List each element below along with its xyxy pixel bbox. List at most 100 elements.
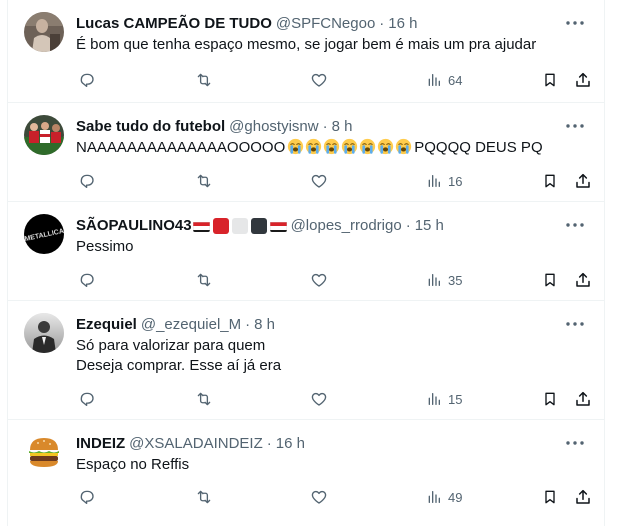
user-handle[interactable]: @lopes_rrodrigo	[291, 216, 402, 236]
like-button[interactable]	[310, 270, 328, 290]
views-icon	[428, 491, 440, 503]
views-button[interactable]: 15	[426, 389, 462, 409]
views-icon	[428, 175, 440, 187]
tweet-text-line: Deseja comprar. Esse aí já era	[76, 357, 282, 374]
bookmark-icon	[545, 174, 555, 188]
display-name[interactable]: Sabe tudo do futebol	[76, 117, 225, 137]
bookmark-button[interactable]	[542, 270, 558, 290]
tweet-actions: 64	[76, 70, 601, 90]
retweet-button[interactable]	[194, 70, 214, 90]
retweet-button[interactable]	[194, 270, 214, 290]
views-count: 64	[448, 72, 463, 88]
reply-icon	[80, 174, 94, 189]
views-count: 49	[448, 489, 463, 505]
timestamp[interactable]: 16 h	[388, 14, 417, 34]
bookmark-icon	[545, 392, 555, 406]
timestamp[interactable]: 8 h	[254, 315, 275, 335]
crying-emoji-row	[287, 138, 412, 155]
display-name[interactable]: Ezequiel	[76, 315, 137, 335]
views-button[interactable]: 64	[426, 70, 462, 90]
separator-dot: ·	[379, 15, 385, 32]
avatar-indeiz[interactable]	[24, 432, 64, 472]
share-button[interactable]	[574, 70, 592, 90]
tweet-1[interactable]: Lucas CAMPEÃO DE TUDO @SPFCNegoo · 16 h …	[8, 0, 605, 103]
burger-avatar-icon	[24, 432, 64, 472]
reply-button[interactable]	[78, 389, 96, 409]
football-team-avatar-icon	[24, 115, 64, 155]
views-icon	[428, 74, 440, 86]
tweet-header: Lucas CAMPEÃO DE TUDO @SPFCNegoo · 16 h	[76, 14, 418, 34]
timestamp[interactable]: 8 h	[332, 117, 353, 137]
tweet-3[interactable]: METALLICA SÃOPAULINO43 @lopes_rrodrigo ·…	[8, 202, 605, 301]
metallica-logo-avatar-icon: METALLICA	[24, 214, 64, 254]
avatar-sabe-tudo[interactable]	[24, 115, 64, 155]
tweet-header: INDEIZ @XSALADAINDEIZ · 16 h	[76, 434, 305, 454]
user-handle[interactable]: @SPFCNegoo	[276, 14, 375, 34]
tweet-5[interactable]: INDEIZ @XSALADAINDEIZ · 16 h Espaço no R…	[8, 420, 605, 526]
user-handle[interactable]: @_ezequiel_M	[141, 315, 241, 335]
bookmark-button[interactable]	[542, 171, 558, 191]
timestamp[interactable]: 15 h	[415, 216, 444, 236]
share-icon	[576, 391, 590, 406]
views-button[interactable]: 49	[426, 487, 462, 507]
reply-icon	[80, 392, 94, 407]
user-handle[interactable]: @XSALADAINDEIZ	[129, 434, 263, 454]
spfc-flag-emoji	[269, 220, 287, 232]
avatar-saopaulino43[interactable]: METALLICA	[24, 214, 64, 254]
retweet-button[interactable]	[194, 389, 214, 409]
loudly-crying-face-emoji	[378, 138, 394, 154]
reply-button[interactable]	[78, 270, 96, 290]
reply-icon	[80, 73, 94, 88]
bookmark-button[interactable]	[542, 487, 558, 507]
tweet-text-line: Espaço no Reffis	[76, 456, 190, 473]
tweet-actions: 16	[76, 171, 601, 191]
reply-button[interactable]	[78, 171, 96, 191]
reply-button[interactable]	[78, 487, 96, 507]
user-handle[interactable]: @ghostyisnw	[229, 117, 318, 137]
share-icon	[576, 489, 590, 504]
reply-icon	[80, 273, 94, 288]
share-button[interactable]	[574, 487, 592, 507]
views-button[interactable]: 16	[426, 171, 462, 191]
like-button[interactable]	[310, 171, 328, 191]
share-button[interactable]	[574, 270, 592, 290]
share-button[interactable]	[574, 389, 592, 409]
like-button[interactable]	[310, 487, 328, 507]
retweet-button[interactable]	[194, 487, 214, 507]
bookmark-button[interactable]	[542, 70, 558, 90]
tweet-text-line: É bom que tenha espaço mesmo, se jogar b…	[76, 36, 537, 53]
bookmark-button[interactable]	[542, 389, 558, 409]
reply-button[interactable]	[78, 70, 96, 90]
retweet-icon	[197, 392, 211, 406]
views-count: 15	[448, 391, 463, 407]
separator-dot: ·	[266, 435, 272, 452]
tweet-text: Espaço no Reffis	[76, 455, 189, 475]
like-button[interactable]	[310, 389, 328, 409]
more-options-icon[interactable]	[565, 314, 585, 334]
like-button[interactable]	[310, 70, 328, 90]
separator-dot: ·	[405, 217, 411, 234]
timestamp[interactable]: 16 h	[276, 434, 305, 454]
more-options-icon[interactable]	[565, 433, 585, 453]
like-icon	[311, 273, 327, 287]
avatar-lucas[interactable]	[24, 12, 64, 52]
display-name[interactable]: INDEIZ	[76, 434, 125, 454]
more-options-icon[interactable]	[565, 13, 585, 33]
tweet-4[interactable]: Ezequiel @_ezequiel_M · 8 h Só para valo…	[8, 301, 605, 420]
loudly-crying-face-emoji	[396, 138, 412, 154]
avatar-ezequiel[interactable]	[24, 313, 64, 353]
display-name[interactable]: Lucas CAMPEÃO DE TUDO	[76, 14, 272, 34]
views-button[interactable]: 35	[426, 270, 462, 290]
share-icon	[576, 173, 590, 188]
tweet-header: SÃOPAULINO43 @lopes_rrodrigo · 15 h	[76, 216, 444, 236]
loudly-crying-face-emoji	[306, 138, 322, 154]
more-options-icon[interactable]	[565, 116, 585, 136]
display-name[interactable]: SÃOPAULINO43	[76, 216, 192, 236]
more-options-icon[interactable]	[565, 215, 585, 235]
separator-dot: ·	[322, 118, 328, 135]
loudly-crying-face-emoji	[360, 138, 376, 154]
retweet-button[interactable]	[194, 171, 214, 191]
tweet-2[interactable]: Sabe tudo do futebol @ghostyisnw · 8 h N…	[8, 103, 605, 202]
person-suit-avatar-icon	[24, 313, 64, 353]
share-button[interactable]	[574, 171, 592, 191]
